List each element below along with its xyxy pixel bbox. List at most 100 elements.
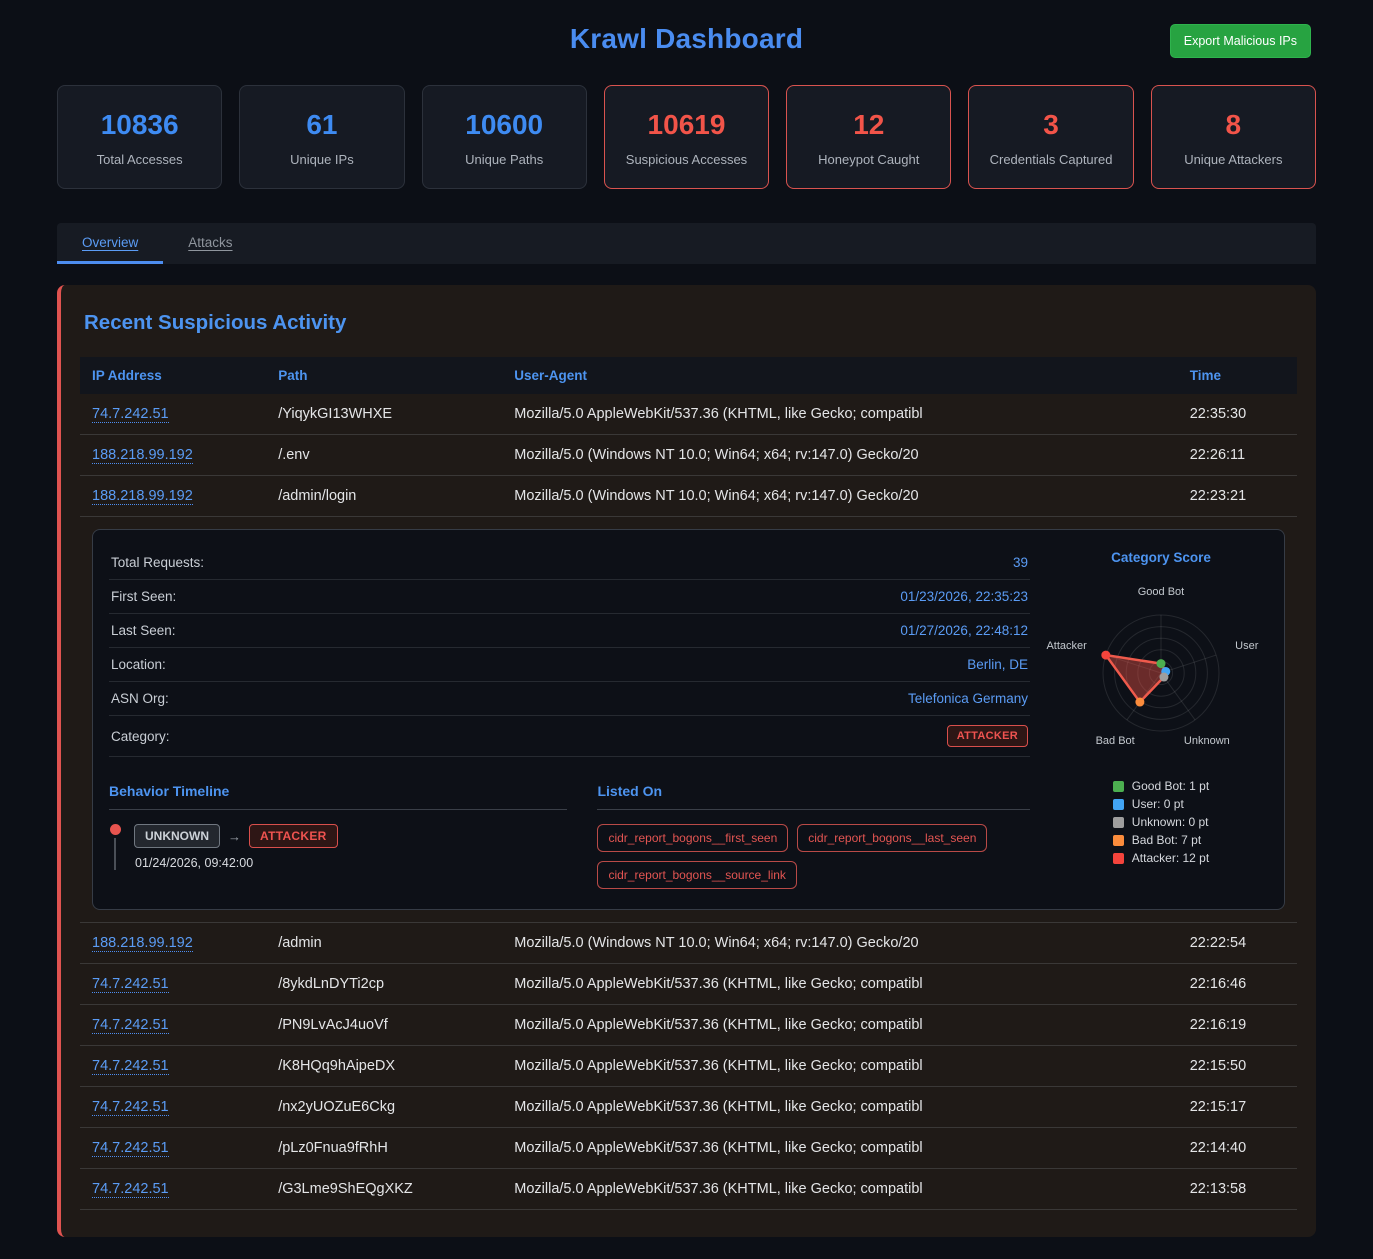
timeline-transition: UNKNOWN → ATTACKER: [134, 824, 338, 848]
user-agent-cell: Mozilla/5.0 AppleWebKit/537.36 (KHTML, l…: [502, 1046, 1177, 1087]
user-agent-cell: Mozilla/5.0 AppleWebKit/537.36 (KHTML, l…: [502, 394, 1177, 435]
info-value: Telefonica Germany: [908, 691, 1028, 706]
user-agent-cell: Mozilla/5.0 AppleWebKit/537.36 (KHTML, l…: [502, 1005, 1177, 1046]
tab-overview[interactable]: Overview: [57, 223, 163, 264]
listed-on-badges: cidr_report_bogons__first_seen cidr_repor…: [597, 824, 1030, 889]
table-row[interactable]: 74.7.242.51/YiqykGI13WHXEMozilla/5.0 App…: [80, 394, 1297, 435]
info-value: 01/23/2026, 22:35:23: [900, 589, 1028, 604]
column-header-user-agent: User-Agent: [502, 357, 1177, 394]
stat-card-unique-ips: 61Unique IPs: [239, 85, 404, 189]
detail-columns: Behavior Timeline UNKNOWN: [109, 783, 1030, 889]
category-score-section: Category Score Good BotUserUnknownBad Bo…: [1054, 546, 1268, 889]
ip-link[interactable]: 188.218.99.192: [92, 935, 193, 952]
time-cell: 22:14:40: [1178, 1128, 1297, 1169]
arrow-right-icon: →: [228, 829, 241, 844]
ip-link[interactable]: 74.7.242.51: [92, 976, 169, 993]
listed-on-badge: cidr_report_bogons__source_link: [597, 861, 796, 889]
stat-value: 3: [975, 109, 1126, 141]
table-row[interactable]: 74.7.242.51/PN9LvAcJ4uoVfMozilla/5.0 App…: [80, 1005, 1297, 1046]
stat-value: 12: [793, 109, 944, 141]
ip-link[interactable]: 74.7.242.51: [92, 1058, 169, 1075]
ip-link[interactable]: 74.7.242.51: [92, 406, 169, 423]
ip-link[interactable]: 74.7.242.51: [92, 1140, 169, 1157]
listed-on-section: Listed On cidr_report_bogons__first_seen…: [597, 783, 1030, 889]
stat-label: Credentials Captured: [975, 152, 1126, 167]
table-row[interactable]: 74.7.242.51/pLz0Fnua9fRhHMozilla/5.0 App…: [80, 1128, 1297, 1169]
radar-axis-label-user: User: [1235, 640, 1259, 652]
stat-value: 10836: [64, 109, 215, 141]
info-label: Total Requests:: [111, 555, 204, 570]
stats-row: 10836 Total Accesses 61Unique IPs 10600 Uniq…: [57, 85, 1316, 189]
legend-label: Bad Bot: 7 pt: [1132, 833, 1201, 847]
legend-swatch: [1113, 853, 1124, 864]
page-title: Krawl Dashboard: [0, 23, 1373, 55]
timeline-content: UNKNOWN → ATTACKER 01/24/2026, 09:42:00: [134, 824, 338, 870]
legend-item-bad-bot: Bad Bot: 7 pt: [1113, 833, 1209, 847]
path-cell: /admin/login: [266, 476, 502, 517]
ip-link[interactable]: 74.7.242.51: [92, 1017, 169, 1034]
time-cell: 22:26:11: [1178, 435, 1297, 476]
ip-link[interactable]: 74.7.242.51: [92, 1181, 169, 1198]
radar-legend: Good Bot: 1 pt User: 0 pt Unknown: 0 pt Bad…: [1113, 775, 1209, 869]
table-row[interactable]: 188.218.99.192/admin/loginMozilla/5.0 (W…: [80, 476, 1297, 517]
info-label: Category:: [111, 729, 170, 744]
info-row-location: Location: Berlin, DE: [109, 648, 1030, 682]
rows-before-detail: 74.7.242.51/YiqykGI13WHXEMozilla/5.0 App…: [80, 394, 1297, 517]
table-row[interactable]: 188.218.99.192/adminMozilla/5.0 (Windows…: [80, 923, 1297, 964]
export-malicious-ips-button[interactable]: Export Malicious IPs: [1170, 24, 1311, 58]
column-header-ip: IP Address: [80, 357, 266, 394]
table-header: IP Address Path User-Agent Time: [80, 357, 1297, 394]
behavior-timeline-section: Behavior Timeline UNKNOWN: [109, 783, 567, 889]
table-row[interactable]: 74.7.242.51/8ykdLnDYTi2cpMozilla/5.0 App…: [80, 964, 1297, 1005]
category-attacker-badge: ATTACKER: [947, 725, 1028, 747]
user-agent-cell: Mozilla/5.0 (Windows NT 10.0; Win64; x64…: [502, 435, 1177, 476]
timeline-marker: [109, 824, 121, 870]
user-agent-cell: Mozilla/5.0 (Windows NT 10.0; Win64; x64…: [502, 923, 1177, 964]
stat-label: Total Accesses: [64, 152, 215, 167]
tab-bar: OverviewAttacks: [57, 223, 1316, 264]
user-agent-cell: Mozilla/5.0 AppleWebKit/537.36 (KHTML, l…: [502, 1128, 1177, 1169]
suspicious-activity-panel: Recent Suspicious Activity IP Address Pa…: [57, 285, 1316, 1237]
stat-label: Unique Paths: [429, 152, 580, 167]
stat-value: 8: [1158, 109, 1309, 141]
legend-label: User: 0 pt: [1132, 797, 1184, 811]
path-cell: /nx2yUOZuE6Ckg: [266, 1087, 502, 1128]
stat-card-honeypot-caught: 12Honeypot Caught: [786, 85, 951, 189]
stat-value: 61: [246, 109, 397, 141]
suspicious-activity-table: IP Address Path User-Agent Time 74.7.242…: [80, 357, 1297, 1210]
app-header: Krawl Dashboard Export Malicious IPs: [0, 0, 1373, 73]
ip-link[interactable]: 74.7.242.51: [92, 1099, 169, 1116]
stat-value: 10600: [429, 109, 580, 141]
time-cell: 22:15:17: [1178, 1087, 1297, 1128]
column-header-time: Time: [1178, 357, 1297, 394]
legend-item-user: User: 0 pt: [1113, 797, 1209, 811]
tab-attacks[interactable]: Attacks: [163, 223, 257, 264]
radar-axis-label-attacker: Attacker: [1046, 640, 1087, 652]
stat-label: Suspicious Accesses: [611, 152, 762, 167]
listed-on-badge: cidr_report_bogons__first_seen: [597, 824, 788, 852]
timeline-line: [114, 838, 116, 870]
info-label: Last Seen:: [111, 623, 176, 638]
radar-axis-label-good-bot: Good Bot: [1138, 586, 1184, 598]
legend-label: Good Bot: 1 pt: [1132, 779, 1209, 793]
detail-row-body: Total Requests: 39 First Seen: 01/23/202…: [80, 517, 1297, 923]
table-row[interactable]: 188.218.99.192/.envMozilla/5.0 (Windows …: [80, 435, 1297, 476]
timeline-date: 01/24/2026, 09:42:00: [135, 856, 338, 870]
path-cell: /G3Lme9ShEQgXKZ: [266, 1169, 502, 1210]
table-row[interactable]: 74.7.242.51/K8HQq9hAipeDXMozilla/5.0 App…: [80, 1046, 1297, 1087]
path-cell: /pLz0Fnua9fRhH: [266, 1128, 502, 1169]
path-cell: /8ykdLnDYTi2cp: [266, 964, 502, 1005]
info-row-last-seen: Last Seen: 01/27/2026, 22:48:12: [109, 614, 1030, 648]
ip-detail-info: Total Requests: 39 First Seen: 01/23/202…: [109, 546, 1030, 889]
legend-item-unknown: Unknown: 0 pt: [1113, 815, 1209, 829]
ip-link[interactable]: 188.218.99.192: [92, 447, 193, 464]
legend-swatch: [1113, 781, 1124, 792]
table-row[interactable]: 74.7.242.51/nx2yUOZuE6CkgMozilla/5.0 App…: [80, 1087, 1297, 1128]
ip-link[interactable]: 188.218.99.192: [92, 488, 193, 505]
info-label: First Seen:: [111, 589, 176, 604]
listed-on-title: Listed On: [597, 783, 1030, 810]
panel-title: Recent Suspicious Activity: [84, 311, 1297, 335]
table-row[interactable]: 74.7.242.51/G3Lme9ShEQgXKZMozilla/5.0 Ap…: [80, 1169, 1297, 1210]
ip-detail-panel: Total Requests: 39 First Seen: 01/23/202…: [92, 529, 1285, 910]
user-agent-cell: Mozilla/5.0 (Windows NT 10.0; Win64; x64…: [502, 476, 1177, 517]
